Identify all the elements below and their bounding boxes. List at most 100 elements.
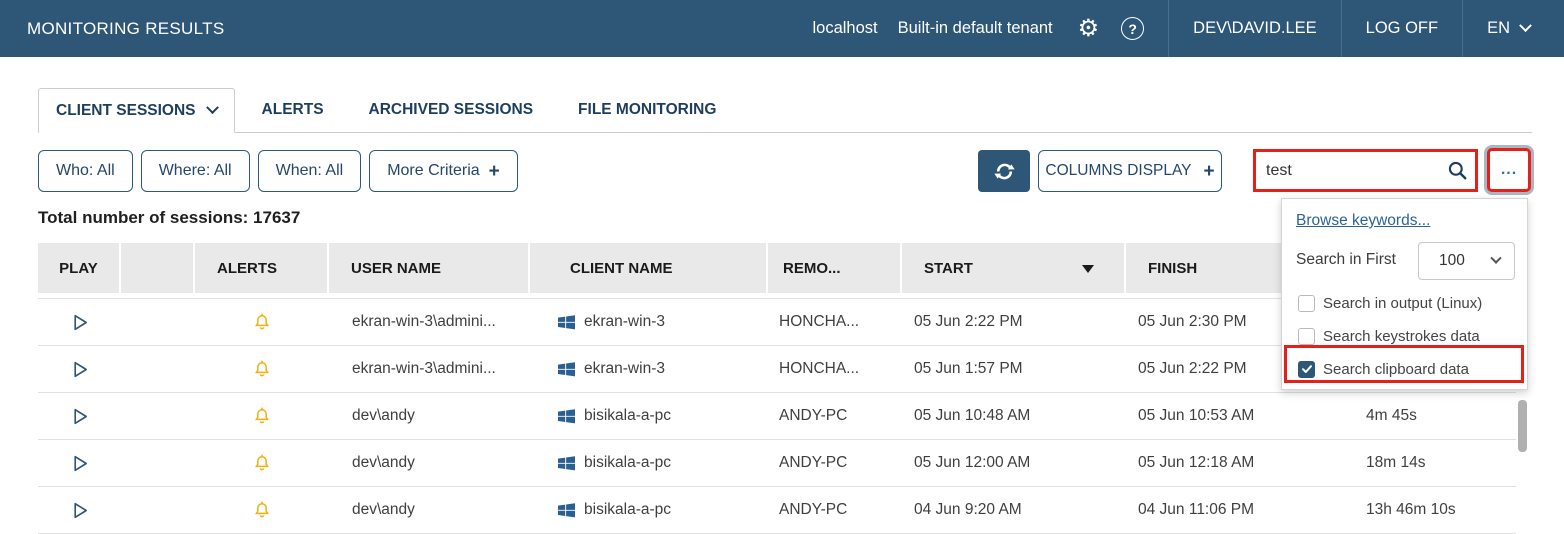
language-selector[interactable]: EN [1462, 0, 1564, 57]
alert-bell-icon [252, 452, 272, 474]
search-options-button[interactable]: ... [1487, 148, 1531, 192]
alerts-cell[interactable] [195, 299, 329, 345]
current-user[interactable]: DEV\DAVID.LEE [1168, 0, 1340, 57]
start-cell: 05 Jun 1:57 PM [902, 346, 1126, 392]
filter-who-button[interactable]: Who: All [38, 150, 133, 192]
chevron-down-icon [206, 101, 219, 114]
sort-descending-icon[interactable] [1082, 265, 1094, 273]
option-search-clipboard: Search clipboard data [1282, 356, 1527, 382]
user-name-cell: dev\andy [329, 440, 530, 486]
monitoring-results-page: MONITORING RESULTS localhost Built-in de… [0, 0, 1564, 534]
play-button[interactable] [38, 299, 121, 345]
start-cell: 04 Jun 9:20 AM [902, 487, 1126, 533]
table-row[interactable]: dev\andy bisikala-a-pc ANDY-PC 05 Jun 12… [38, 440, 1516, 487]
table-row[interactable]: dev\andy bisikala-a-pc ANDY-PC 05 Jun 10… [38, 393, 1516, 440]
row-icon-cell [121, 440, 195, 486]
play-icon [69, 500, 90, 521]
column-header-remote[interactable]: REMO... [768, 243, 902, 293]
start-cell: 05 Jun 2:22 PM [902, 299, 1126, 345]
table-row[interactable]: dev\andy bisikala-a-pc ANDY-PC 04 Jun 9:… [38, 487, 1516, 534]
search-in-first-value: 100 [1419, 252, 1492, 270]
alerts-cell[interactable] [195, 487, 329, 533]
alert-bell-icon [252, 499, 272, 521]
finish-cell: 04 Jun 11:06 PM [1126, 487, 1290, 533]
help-button[interactable]: ? [1110, 0, 1155, 57]
search-options-panel: Browse keywords... Search in First 100 S… [1281, 198, 1528, 390]
search-button[interactable] [1439, 152, 1475, 189]
play-button[interactable] [38, 346, 121, 392]
remote-cell: HONCHA... [768, 299, 902, 345]
tenant-name[interactable]: Built-in default tenant [898, 0, 1053, 57]
windows-icon [558, 361, 575, 378]
duration-cell: 18m 14s [1290, 440, 1516, 486]
client-name-cell: bisikala-a-pc [530, 487, 768, 533]
remote-cell: ANDY-PC [768, 487, 902, 533]
play-button[interactable] [38, 393, 121, 439]
remote-cell: ANDY-PC [768, 440, 902, 486]
alert-bell-icon [252, 311, 272, 333]
client-name-cell: bisikala-a-pc [530, 393, 768, 439]
search-in-first-label: Search in First [1296, 251, 1396, 269]
tab-archived-sessions[interactable]: ARCHIVED SESSIONS [351, 88, 552, 132]
search-icon [1447, 160, 1468, 181]
language-label: EN [1487, 19, 1510, 38]
alerts-cell[interactable] [195, 346, 329, 392]
search-input[interactable] [1256, 162, 1439, 180]
alerts-cell[interactable] [195, 440, 329, 486]
filter-when-button[interactable]: When: All [258, 150, 362, 192]
filter-where-button[interactable]: Where: All [141, 150, 250, 192]
alerts-cell[interactable] [195, 393, 329, 439]
columns-display-button[interactable]: COLUMNS DISPLAY + [1038, 150, 1222, 192]
more-criteria-button[interactable]: More Criteria + [369, 150, 518, 192]
windows-icon [558, 314, 575, 331]
tab-client-sessions[interactable]: CLIENT SESSIONS [38, 88, 235, 133]
row-icon-cell [121, 299, 195, 345]
column-header-alerts[interactable]: ALERTS [195, 243, 329, 293]
filter-row: Who: All Where: All When: All More Crite… [38, 150, 518, 192]
play-icon [69, 406, 90, 427]
search-keystrokes-checkbox[interactable] [1298, 328, 1315, 345]
tab-file-monitoring[interactable]: FILE MONITORING [560, 88, 734, 132]
column-header-finish[interactable]: FINISH [1126, 243, 1290, 293]
column-header-start[interactable]: START [902, 243, 1126, 293]
finish-cell: 05 Jun 2:22 PM [1126, 346, 1290, 392]
tab-alerts[interactable]: ALERTS [244, 88, 342, 132]
column-header-user-name[interactable]: USER NAME [329, 243, 530, 293]
play-button[interactable] [38, 440, 121, 486]
table-scrollbar[interactable] [1518, 400, 1527, 452]
log-off-button[interactable]: LOG OFF [1341, 0, 1462, 57]
topbar: MONITORING RESULTS localhost Built-in de… [0, 0, 1564, 57]
refresh-icon [993, 160, 1016, 183]
gear-icon: ⚙ [1078, 17, 1100, 41]
play-icon [69, 312, 90, 333]
settings-button[interactable]: ⚙ [1067, 0, 1111, 57]
keyword-search-box [1253, 149, 1478, 192]
play-icon [69, 453, 90, 474]
duration-cell: 4m 45s [1290, 393, 1516, 439]
client-name-cell: ekran-win-3 [530, 346, 768, 392]
play-button[interactable] [38, 487, 121, 533]
row-icon-cell [121, 393, 195, 439]
start-cell: 05 Jun 10:48 AM [902, 393, 1126, 439]
search-clipboard-checkbox[interactable] [1298, 361, 1315, 378]
plus-icon: + [489, 162, 500, 181]
user-name-cell: dev\andy [329, 393, 530, 439]
column-header-empty[interactable] [121, 243, 195, 293]
search-output-linux-checkbox[interactable] [1298, 295, 1315, 312]
windows-icon [558, 502, 575, 519]
column-header-client-name[interactable]: CLIENT NAME [530, 243, 768, 293]
windows-icon [558, 408, 575, 425]
start-cell: 05 Jun 12:00 AM [902, 440, 1126, 486]
browse-keywords-link[interactable]: Browse keywords... [1296, 212, 1430, 230]
client-name-cell: ekran-win-3 [530, 299, 768, 345]
column-header-play[interactable]: PLAY [38, 243, 121, 293]
finish-cell: 05 Jun 10:53 AM [1126, 393, 1290, 439]
windows-icon [558, 455, 575, 472]
search-in-first-select[interactable]: 100 [1418, 242, 1515, 280]
row-icon-cell [121, 487, 195, 533]
topbar-right: localhost Built-in default tenant ⚙ ? DE… [813, 0, 1564, 57]
help-icon: ? [1121, 17, 1144, 40]
user-name-cell: ekran-win-3\admini... [329, 346, 530, 392]
page-title: MONITORING RESULTS [0, 0, 224, 57]
refresh-button[interactable] [978, 150, 1030, 192]
